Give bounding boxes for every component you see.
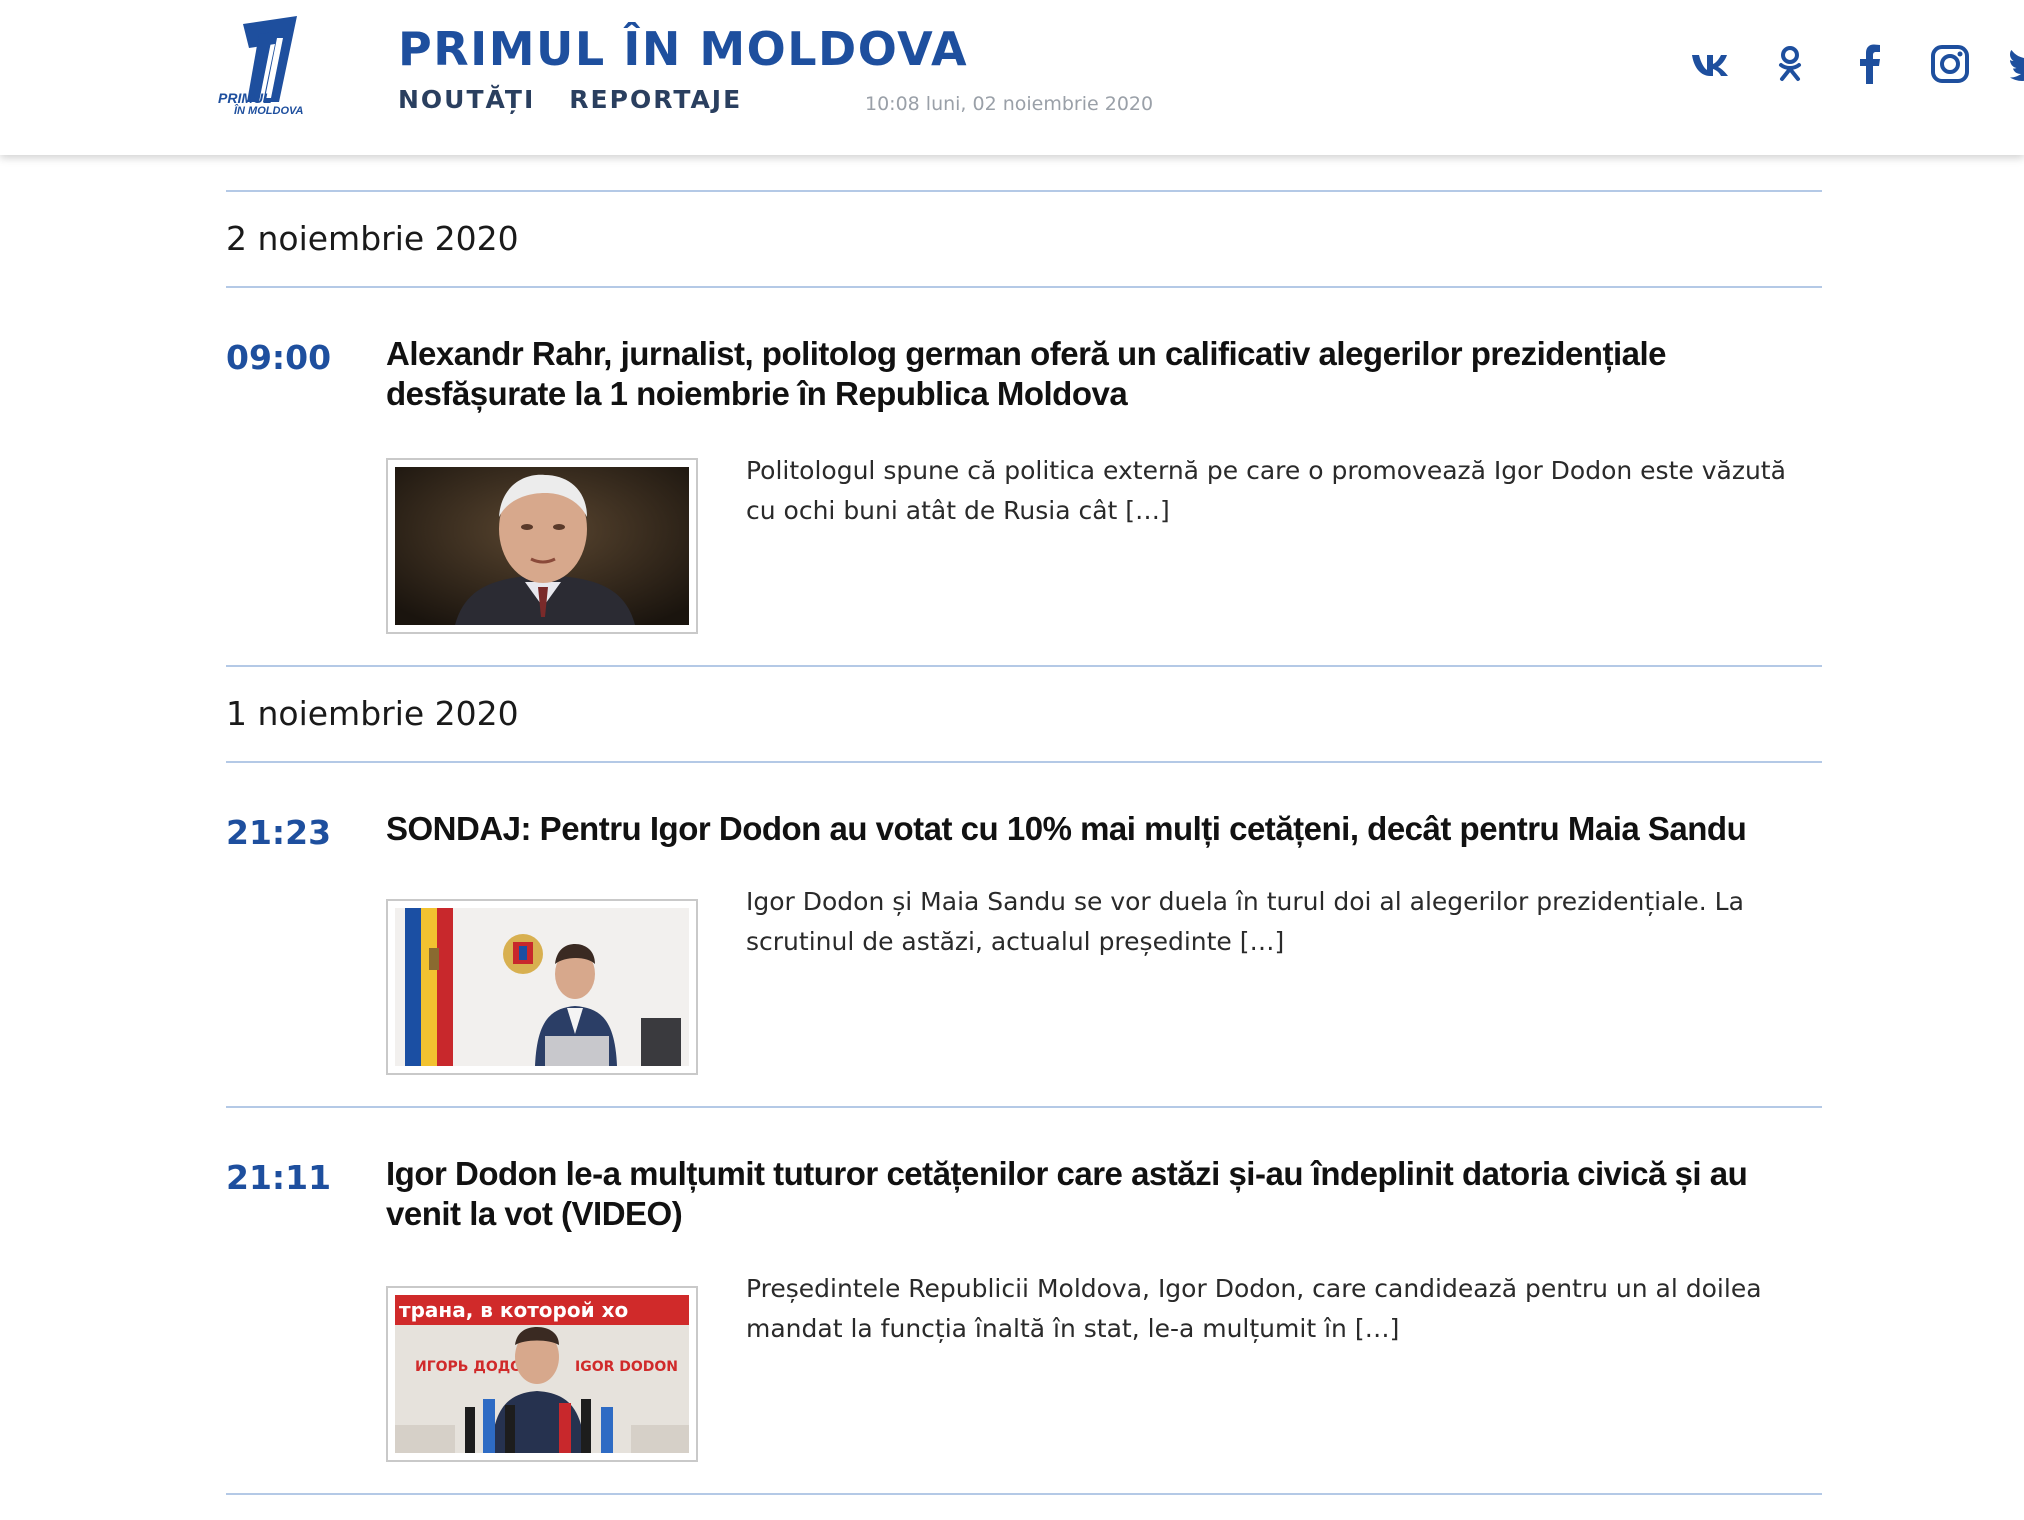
news-thumbnail[interactable]: трана, в которой хо ИГОРЬ ДОДОН IGOR DOD… <box>386 1286 698 1462</box>
divider <box>226 1493 1822 1495</box>
news-time: 21:11 <box>226 1158 332 1197</box>
news-feed: 2 noiembrie 2020 09:00 Alexandr Rahr, ju… <box>226 190 1822 1495</box>
social-links <box>1690 44 2024 84</box>
news-item: 21:23 SONDAJ: Pentru Igor Dodon au votat… <box>226 763 1822 1106</box>
logo-caption: PRIMUL ÎN MOLDOVA <box>218 90 304 118</box>
news-title-link[interactable]: Alexandr Rahr, jurnalist, politolog germ… <box>386 334 1816 414</box>
news-item: 09:00 Alexandr Rahr, jurnalist, politolo… <box>226 288 1822 665</box>
odnoklassniki-icon[interactable] <box>1770 44 1810 84</box>
site-title[interactable]: PRIMUL ÎN MOLDOVA <box>398 22 968 76</box>
news-time: 09:00 <box>226 338 332 377</box>
nav-item-noutati[interactable]: NOUTĂȚI <box>398 85 535 114</box>
news-excerpt: Politologul spune că politica externă pe… <box>746 456 1786 525</box>
news-excerpt: Președintele Republicii Moldova, Igor Do… <box>746 1274 1762 1343</box>
site-header: PRIMUL ÎN MOLDOVA PRIMUL ÎN MOLDOVA NOUT… <box>0 0 2024 155</box>
news-thumbnail[interactable] <box>386 899 698 1075</box>
current-datetime: 10:08 luni, 02 noiembrie 2020 <box>865 93 1154 115</box>
thumb-poster-text-right: IGOR DODON <box>575 1359 678 1375</box>
vk-icon[interactable] <box>1690 44 1730 84</box>
news-item: 21:11 Igor Dodon le-a mulțumit tuturor c… <box>226 1108 1822 1493</box>
main-nav: NOUTĂȚI REPORTAJE <box>398 85 742 114</box>
day-label: 1 noiembrie 2020 <box>226 694 519 733</box>
thumb-banner-text: трана, в которой хо <box>399 1298 628 1322</box>
video-still-photo-icon: трана, в которой хо ИГОРЬ ДОДОН IGOR DOD… <box>395 1295 689 1453</box>
news-excerpt: Igor Dodon și Maia Sandu se vor duela în… <box>746 887 1744 956</box>
logo-caption-line2: ÎN MOLDOVA <box>234 105 304 117</box>
press-conference-photo-icon <box>395 908 689 1066</box>
nav-item-reportaje[interactable]: REPORTAJE <box>569 85 742 114</box>
facebook-icon[interactable] <box>1850 44 1890 84</box>
news-title-link[interactable]: Igor Dodon le-a mulțumit tuturor cetățen… <box>386 1154 1816 1234</box>
twitter-icon[interactable] <box>2010 44 2024 84</box>
news-title-link[interactable]: SONDAJ: Pentru Igor Dodon au votat cu 10… <box>386 809 1816 849</box>
news-time: 21:23 <box>226 813 332 852</box>
portrait-photo-icon <box>395 467 689 625</box>
news-thumbnail[interactable] <box>386 458 698 634</box>
instagram-icon[interactable] <box>1930 44 1970 84</box>
logo-caption-line1: PRIMUL <box>218 90 272 106</box>
day-label: 2 noiembrie 2020 <box>226 219 519 258</box>
